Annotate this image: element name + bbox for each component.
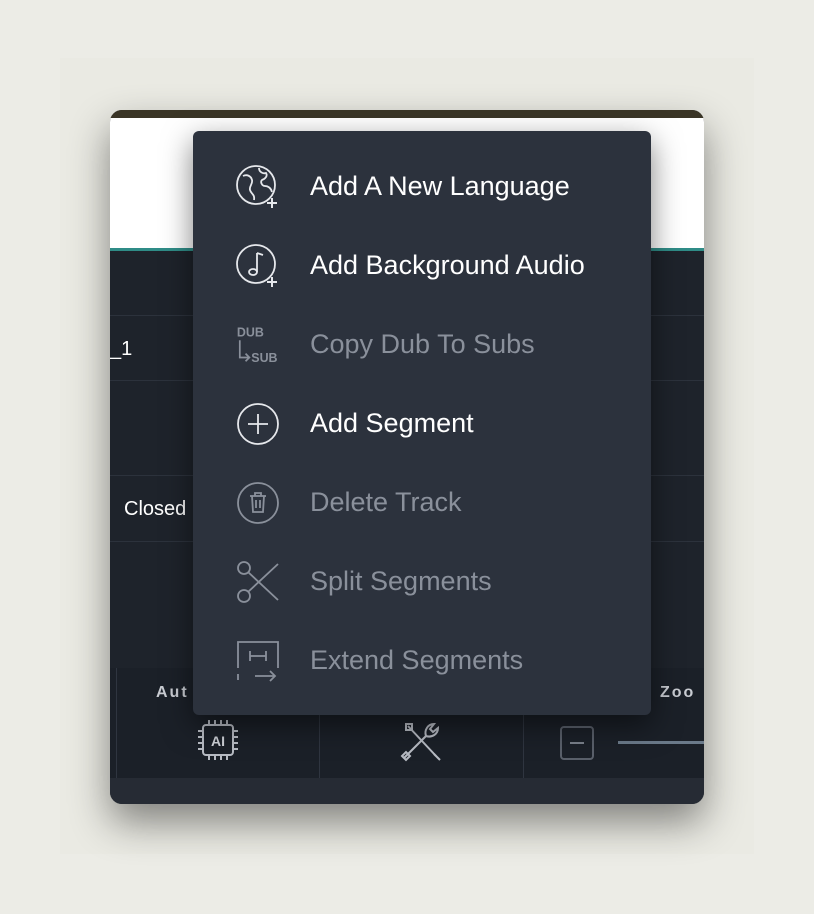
divider	[116, 668, 117, 778]
zoom-label: Zoo	[660, 684, 696, 701]
plus-circle-icon	[235, 401, 281, 447]
menu-item-label: Copy Dub To Subs	[310, 329, 535, 359]
menu-item-add-language[interactable]: Add A New Language	[193, 147, 651, 226]
extend-icon	[235, 638, 281, 684]
ai-chip-icon[interactable]: AI	[196, 718, 240, 767]
menu-item-split-segments[interactable]: Split Segments	[193, 542, 651, 621]
footer-strip	[110, 778, 704, 804]
menu-item-label: Extend Segments	[310, 645, 524, 675]
menu-item-copy-dub-to-subs[interactable]: DUB SUB Copy Dub To Subs	[193, 305, 651, 384]
context-menu: Add A New Language Add Background Audio …	[193, 131, 651, 715]
sub-icon-text: SUB	[251, 351, 277, 365]
track-label: Closed	[124, 498, 187, 520]
top-strip	[110, 110, 704, 118]
ai-icon-text: AI	[211, 733, 225, 749]
auto-label: Aut	[156, 684, 189, 701]
menu-item-add-background-audio[interactable]: Add Background Audio	[193, 226, 651, 305]
menu-item-label: Add Segment	[310, 408, 474, 438]
menu-item-label: Add Background Audio	[310, 250, 585, 280]
globe-plus-icon	[235, 164, 281, 210]
track-label: _1	[110, 338, 133, 360]
zoom-slider[interactable]	[618, 741, 704, 744]
zoom-out-button[interactable]	[560, 726, 594, 760]
dub-icon-text: DUB	[237, 325, 264, 339]
menu-item-add-segment[interactable]: Add Segment	[193, 384, 651, 463]
scissors-icon	[235, 559, 281, 605]
menu-item-label: Add A New Language	[310, 171, 570, 201]
menu-item-extend-segments[interactable]: Extend Segments	[193, 621, 651, 700]
trash-icon	[235, 480, 281, 526]
menu-item-delete-track[interactable]: Delete Track	[193, 463, 651, 542]
menu-item-label: Delete Track	[310, 487, 462, 517]
tools-icon[interactable]	[396, 716, 446, 771]
menu-item-label: Split Segments	[310, 566, 492, 596]
dub-to-sub-icon: DUB SUB	[235, 322, 281, 368]
music-note-plus-icon	[235, 243, 281, 289]
